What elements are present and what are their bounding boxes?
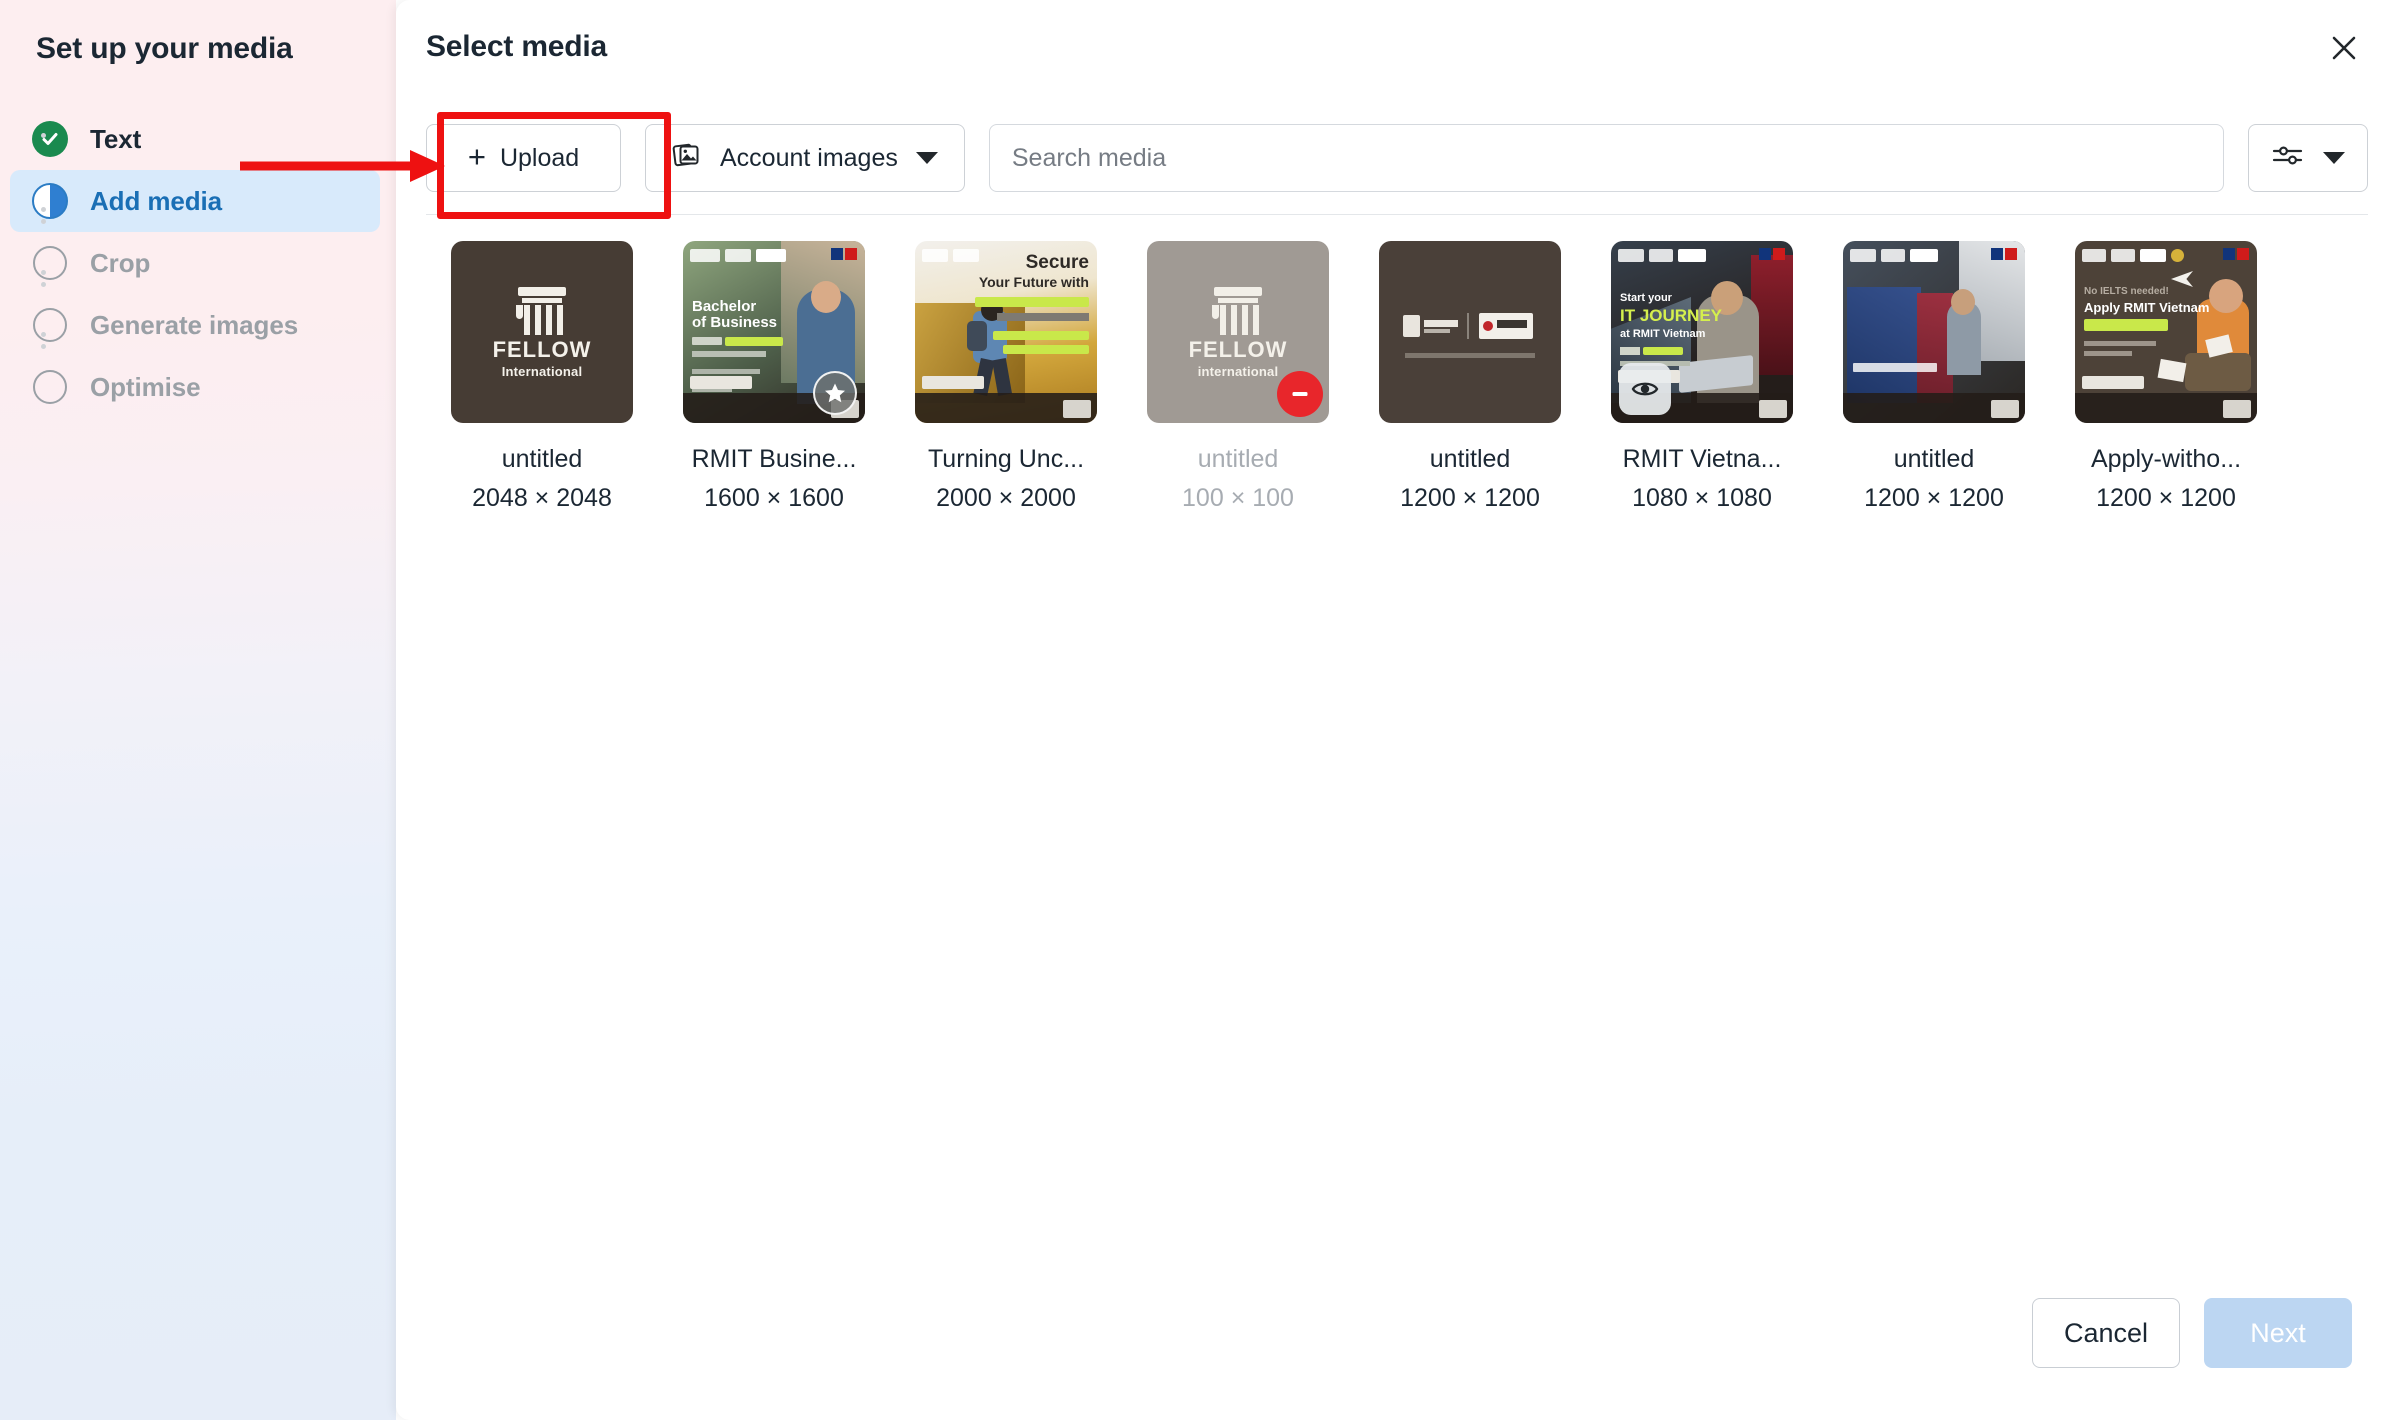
media-item-name: RMIT Busine... [691, 445, 857, 473]
dialog-footer: Cancel Next [396, 1298, 2398, 1420]
media-thumbnail[interactable]: Secure Your Future with [915, 241, 1097, 423]
plus-icon: + [467, 139, 486, 174]
sidebar-step-label: Text [90, 123, 142, 154]
media-item-dimensions: 1080 × 1080 [1632, 484, 1772, 512]
media-item[interactable]: FELLOW International untitled 2048 × 2048 [426, 241, 658, 513]
media-item-dimensions: 2000 × 2000 [936, 484, 1076, 512]
sidebar-title: Set up your media [36, 32, 293, 65]
setup-sidebar: Set up your media Text Add media Crop Ge… [0, 0, 396, 1420]
filter-sort-dropdown[interactable] [2248, 124, 2368, 192]
media-item-name: untitled [501, 445, 583, 473]
media-item[interactable]: Secure Your Future with Turning Unc... 2… [890, 241, 1122, 513]
media-item-name: RMIT Vietna... [1622, 445, 1782, 473]
chevron-down-icon [2323, 152, 2345, 164]
favourite-star-icon [813, 371, 857, 415]
media-item[interactable]: No IELTS needed! Apply RMIT Vietnam Appl… [2050, 241, 2282, 513]
sidebar-step-crop[interactable]: Crop [10, 232, 380, 294]
media-item-name: untitled [1893, 445, 1975, 473]
panel-header: Select media [396, 0, 2398, 104]
media-item[interactable]: untitled 1200 × 1200 [1818, 241, 2050, 513]
step-connector-dots [41, 133, 46, 145]
step-connector-dots [41, 332, 46, 356]
thumbnail-artwork: Secure Your Future with [915, 241, 1097, 423]
not-allowed-icon [1277, 371, 1323, 417]
media-item-dimensions: 1200 × 1200 [1864, 484, 2004, 512]
upload-button-label: Upload [499, 143, 580, 172]
search-field-wrap [988, 124, 2224, 192]
media-item-dimensions: 2048 × 2048 [472, 484, 612, 512]
media-item[interactable]: Bachelor of Business RMIT Busine... 1600… [658, 241, 890, 513]
sidebar-step-label: Generate images [90, 309, 299, 340]
media-item-dimensions: 1200 × 1200 [2096, 484, 2236, 512]
chevron-down-icon [915, 152, 938, 164]
step-connector-dots [41, 270, 46, 294]
media-item-name: untitled [1197, 445, 1279, 473]
check-circle-icon [32, 121, 68, 157]
sidebar-step-generate-images[interactable]: Generate images [10, 294, 380, 356]
empty-circle-icon [32, 307, 68, 343]
search-input[interactable] [988, 124, 2224, 192]
stacked-images-icon [672, 140, 702, 177]
sidebar-step-optimise[interactable]: Optimise [10, 356, 380, 418]
media-item-dimensions: 1200 × 1200 [1400, 484, 1540, 512]
media-grid: FELLOW International untitled 2048 × 2048… [396, 215, 2398, 1298]
thumbnail-artwork: No IELTS needed! Apply RMIT Vietnam [2075, 241, 2257, 423]
sidebar-step-add-media[interactable]: Add media [10, 170, 380, 232]
media-item-name: Apply-witho... [2090, 445, 2242, 473]
step-connector-dots [41, 207, 46, 231]
half-circle-icon [32, 183, 68, 219]
account-images-label: Account images [720, 143, 898, 172]
media-item-name: Turning Unc... [927, 445, 1085, 473]
thumbnail-artwork [1843, 241, 2025, 423]
media-thumbnail[interactable]: FELLOW International [451, 241, 633, 423]
sliders-icon [2271, 142, 2305, 175]
empty-circle-icon [32, 369, 68, 405]
close-icon[interactable] [2316, 20, 2372, 76]
page-title: Select media [426, 30, 608, 63]
media-thumbnail[interactable] [1843, 241, 2025, 423]
cancel-button[interactable]: Cancel [2032, 1298, 2180, 1368]
sidebar-step-text[interactable]: Text [10, 108, 380, 170]
media-item[interactable]: untitled 1200 × 1200 [1354, 241, 1586, 513]
media-item[interactable]: Start your IT JOURNEY at RMIT Vietnam RM… [1586, 241, 1818, 513]
media-thumbnail[interactable] [1379, 241, 1561, 423]
select-media-panel: Select media + Upload Account images Sea… [396, 0, 2398, 1420]
media-thumbnail[interactable]: No IELTS needed! Apply RMIT Vietnam [2075, 241, 2257, 423]
sidebar-step-label: Optimise [90, 371, 201, 402]
media-item-dimensions: 1600 × 1600 [704, 484, 844, 512]
empty-circle-icon [32, 245, 68, 281]
media-item-dimensions: 100 × 100 [1182, 484, 1294, 512]
media-item-name: untitled [1429, 445, 1511, 473]
next-button: Next [2204, 1298, 2352, 1368]
preview-eye-icon[interactable] [1619, 363, 1671, 415]
media-toolbar: + Upload Account images [396, 122, 2398, 194]
thumbnail-artwork [1379, 241, 1561, 423]
media-thumbnail[interactable]: Bachelor of Business [683, 241, 865, 423]
account-images-dropdown[interactable]: Account images [645, 124, 965, 192]
fellow-international-logo: FELLOW International [451, 241, 633, 423]
media-setup-dialog: Set up your media Text Add media Crop Ge… [0, 0, 2398, 1420]
setup-steps-list: Text Add media Crop Generate images Opti [0, 108, 396, 418]
media-thumbnail[interactable]: Start your IT JOURNEY at RMIT Vietnam [1611, 241, 1793, 423]
media-thumbnail: FELLOW international [1147, 241, 1329, 423]
upload-button[interactable]: + Upload [426, 124, 621, 192]
media-item-disabled: FELLOW international untitled 100 × 100 [1122, 241, 1354, 513]
sidebar-step-label: Add media [90, 185, 223, 216]
sidebar-step-label: Crop [90, 247, 151, 278]
